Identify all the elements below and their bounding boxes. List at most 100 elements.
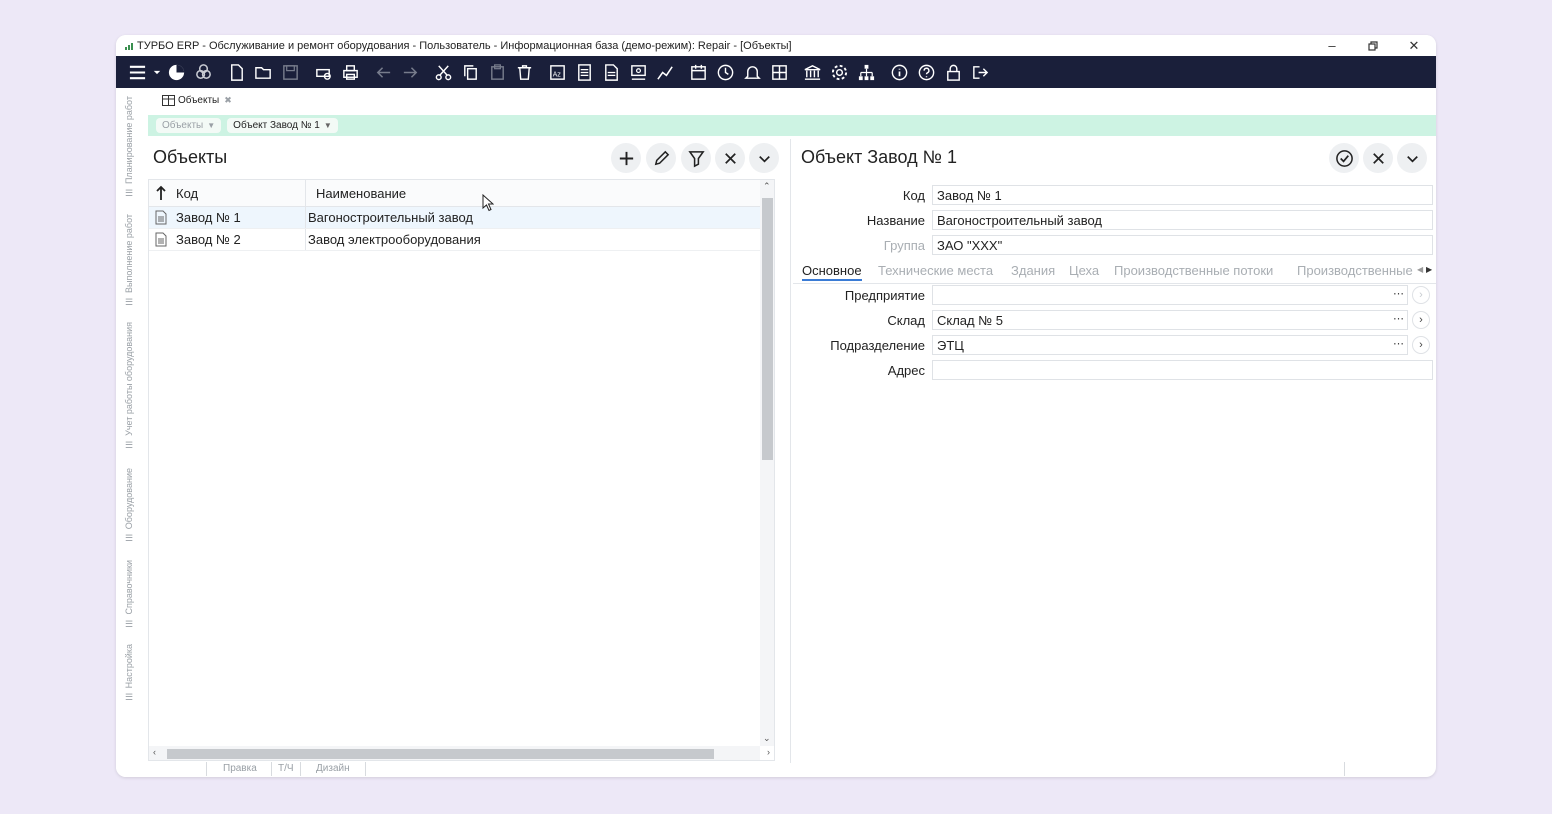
vertical-scrollbar[interactable]: ⌃ ⌄ [760,180,774,746]
division-label: Подразделение [830,338,925,353]
name-field[interactable]: Вагоностроительный завод [932,210,1433,230]
scrollbar-thumb[interactable] [167,749,714,759]
status-tab-part[interactable]: Т/Ч [278,763,294,774]
paste-icon[interactable] [484,56,511,88]
sort-up-icon[interactable] [149,180,173,206]
tabs-scroll-right-icon[interactable]: ▶ [1426,265,1432,274]
svg-text:Az: Az [553,70,562,78]
open-enterprise-button[interactable]: › [1412,286,1430,304]
sidebar-item-execution[interactable]: Выполнение работ ☰ [118,214,140,308]
scroll-down-icon[interactable]: ⌄ [763,733,771,744]
select-dots-icon[interactable]: ⋯ [1393,312,1404,325]
scroll-up-icon[interactable]: ⌃ [763,181,771,192]
sidebar-item-references[interactable]: Справочники ☰ [118,560,140,630]
scrollbar-thumb[interactable] [762,198,773,460]
sidebar-item-settings[interactable]: Настройка ☰ [118,644,140,703]
list-icon: ☰ [124,439,134,450]
restore-icon[interactable] [1359,35,1387,56]
document-report-icon[interactable] [598,56,625,88]
calendar-icon[interactable] [685,56,712,88]
table-row[interactable]: Завод № 1 Вагоностроительный завод [149,207,774,229]
help-icon[interactable] [913,56,940,88]
warehouse-field[interactable]: Склад № 5 ⋯ [932,310,1408,330]
tabs-scroll-left-icon[interactable]: ◀ [1417,265,1423,274]
print-preview-icon[interactable] [310,56,337,88]
grid-icon[interactable] [766,56,793,88]
horizontal-scrollbar[interactable]: ‹ › [149,746,770,760]
status-divider [271,762,272,776]
open-warehouse-button[interactable]: › [1412,311,1430,329]
division-field[interactable]: ЭТЦ ⋯ [932,335,1408,355]
more-button[interactable] [749,143,779,173]
sidebar-item-equipment-accounting[interactable]: Учет работы оборудования ☰ [118,322,140,451]
stamp-icon[interactable] [625,56,652,88]
open-folder-icon[interactable] [250,56,277,88]
app-window: ТУРБО ERP - Обслуживание и ремонт оборуд… [116,35,1436,777]
exit-icon[interactable] [967,56,994,88]
tab-production[interactable]: Производственные [1297,263,1415,278]
pie-chart-icon[interactable] [163,56,190,88]
column-header-code[interactable]: Код [173,180,306,206]
enterprise-field[interactable]: ⋯ [932,285,1408,305]
chart-icon[interactable] [652,56,679,88]
hierarchy-icon[interactable] [853,56,880,88]
tab-workshops[interactable]: Цеха [1069,263,1099,278]
tab-buildings[interactable]: Здания [1011,263,1055,278]
column-header-name[interactable]: Наименование [306,180,406,206]
forward-arrow-icon[interactable] [397,56,424,88]
open-division-button[interactable]: › [1412,336,1430,354]
cell-name: Вагоностроительный завод [308,210,474,225]
settings-icon[interactable] [826,56,853,88]
back-arrow-icon[interactable] [370,56,397,88]
table-icon [162,94,175,106]
close-window-icon[interactable]: ✕ [1400,35,1428,56]
tab-objects[interactable]: Объекты ✖ [156,91,238,111]
print-icon[interactable] [337,56,364,88]
tab-close-icon[interactable]: ✖ [224,95,232,106]
menu-icon[interactable] [124,56,151,88]
sidebar-item-planning[interactable]: Планирование работ ☰ [118,96,140,199]
division-value: ЭТЦ [937,337,964,353]
add-button[interactable] [611,143,641,173]
cancel-button[interactable] [1363,143,1393,173]
list-report-icon[interactable] [571,56,598,88]
filter-icon [687,150,705,167]
minimize-icon[interactable]: – [1318,35,1346,56]
cell-code: Завод № 1 [173,207,306,228]
group-field[interactable]: ЗАО "XXX" [932,235,1433,255]
clear-button[interactable] [715,143,745,173]
delete-icon[interactable] [511,56,538,88]
status-edit[interactable]: Правка [223,763,257,774]
save-icon[interactable] [277,56,304,88]
sidebar-item-label: Оборудование [124,468,134,530]
scroll-left-icon[interactable]: ‹ [153,747,156,757]
breadcrumb-item-objects[interactable]: Объекты ▼ [156,118,222,133]
filter-button[interactable] [681,143,711,173]
select-dots-icon[interactable]: ⋯ [1393,337,1404,350]
new-document-icon[interactable] [223,56,250,88]
select-dots-icon[interactable]: ⋯ [1393,287,1404,300]
scroll-right-icon[interactable]: › [767,747,770,757]
tab-technical-places[interactable]: Технические места [878,263,993,278]
code-field[interactable]: Завод № 1 [932,185,1433,205]
status-design[interactable]: Дизайн [316,763,350,774]
sidebar-item-equipment[interactable]: Оборудование ☰ [118,468,140,544]
save-close-button[interactable] [1329,143,1359,173]
clock-icon[interactable] [712,56,739,88]
breadcrumb-item-object[interactable]: Объект Завод № 1 ▼ [227,118,338,133]
cut-icon[interactable] [430,56,457,88]
edit-button[interactable] [646,143,676,173]
table-row[interactable]: Завод № 2 Завод электрооборудования [149,229,774,251]
report-az-icon[interactable]: Az [544,56,571,88]
address-field[interactable] [932,360,1433,380]
chevron-down-icon[interactable] [151,56,163,88]
info-icon[interactable] [886,56,913,88]
more-button[interactable] [1397,143,1427,173]
lock-icon[interactable] [940,56,967,88]
copy-icon[interactable] [457,56,484,88]
tab-main[interactable]: Основное [802,263,862,281]
bell-icon[interactable] [739,56,766,88]
tab-production-flows[interactable]: Производственные потоки [1114,263,1273,278]
bank-icon[interactable] [799,56,826,88]
objects-icon[interactable] [190,56,217,88]
